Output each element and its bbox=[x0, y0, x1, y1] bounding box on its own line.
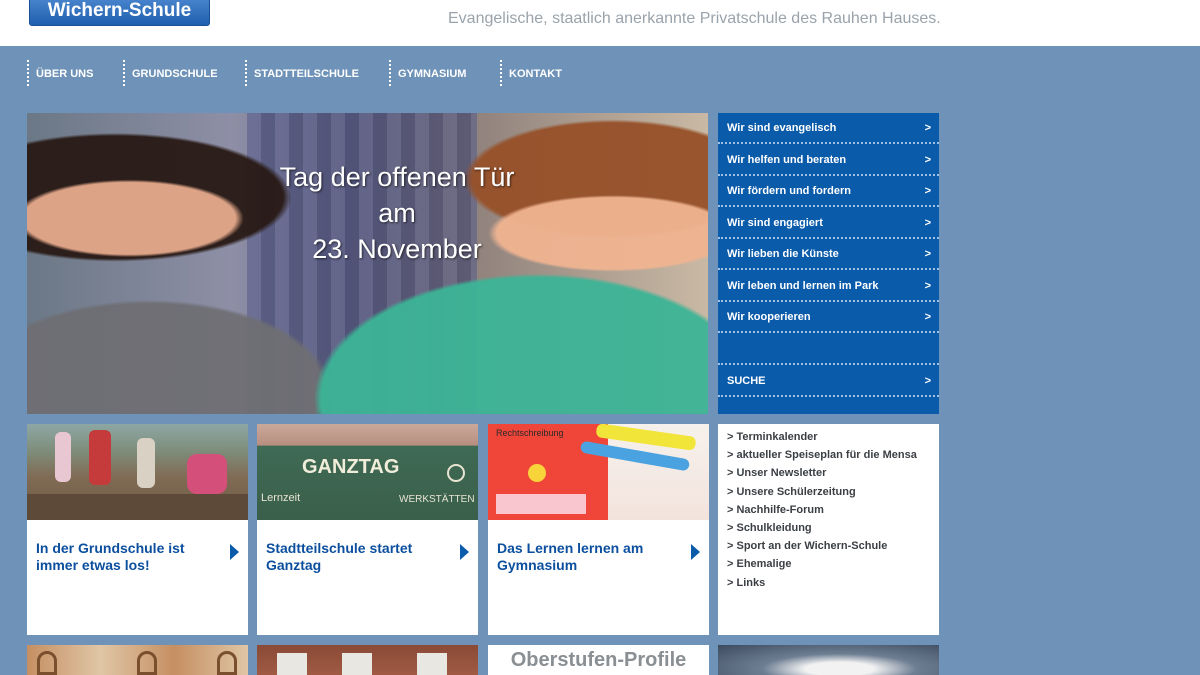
board-subtext: Lernzeit bbox=[261, 492, 301, 504]
link-sport[interactable]: > Sport an der Wichern-Schule bbox=[727, 537, 939, 555]
tagline: Evangelische, staatlich anerkannte Priva… bbox=[448, 10, 941, 27]
bottom-card-3[interactable]: Oberstufen-Profile bbox=[488, 645, 709, 675]
link-speiseplan[interactable]: > aktueller Speiseplan für die Mensa bbox=[727, 446, 939, 464]
card-stadtteilschule[interactable]: GANZTAG Lernzeit WERKSTÄTTEN Stadtteilsc… bbox=[257, 424, 478, 635]
link-ehemalige[interactable]: > Ehemalige bbox=[727, 555, 939, 573]
side-item-kooperieren[interactable]: Wir kooperieren > bbox=[718, 302, 939, 333]
sheet-text: Rechtschreibung bbox=[496, 428, 564, 438]
nav-item-stadtteilschule[interactable]: STADTTEILSCHULE bbox=[245, 60, 359, 86]
hero-headline: Tag der offenen Tür am 23. November bbox=[207, 159, 587, 267]
bottom-card-1[interactable] bbox=[27, 645, 248, 675]
nav-item-ueber-uns[interactable]: ÜBER UNS bbox=[27, 60, 93, 86]
side-item-label: Wir helfen und beraten bbox=[727, 154, 847, 166]
chevron-right-icon: > bbox=[924, 311, 931, 323]
bottom-card-4[interactable] bbox=[718, 645, 939, 675]
hero-line-3: 23. November bbox=[312, 234, 482, 264]
nav-item-grundschule[interactable]: GRUNDSCHULE bbox=[123, 60, 218, 86]
hero-banner[interactable]: Tag der offenen Tür am 23. November bbox=[27, 113, 708, 414]
chevron-right-icon: > bbox=[924, 154, 931, 166]
side-item-label: Wir kooperieren bbox=[727, 311, 811, 323]
play-arrow-icon bbox=[691, 544, 700, 560]
card-title: Stadtteilschule startet Ganztag bbox=[266, 540, 413, 573]
side-item-park[interactable]: Wir leben und lernen im Park > bbox=[718, 271, 939, 302]
link-terminkalender[interactable]: > Terminkalender bbox=[727, 428, 939, 446]
card-title: Das Lernen lernen am Gymnasium bbox=[497, 540, 644, 573]
highlighters-worksheet-photo: Rechtschreibung bbox=[488, 424, 709, 520]
chevron-right-icon: > bbox=[924, 375, 931, 387]
logo[interactable]: Wichern-Schule bbox=[29, 0, 210, 26]
link-newsletter[interactable]: > Unser Newsletter bbox=[727, 464, 939, 482]
side-item-engagiert[interactable]: Wir sind engagiert > bbox=[718, 208, 939, 239]
search-label: SUCHE bbox=[727, 375, 766, 387]
side-item-label: Wir fördern und fordern bbox=[727, 185, 851, 197]
chevron-right-icon: > bbox=[924, 217, 931, 229]
side-item-label: Wir sind evangelisch bbox=[727, 122, 837, 134]
play-arrow-icon bbox=[460, 544, 469, 560]
card-gymnasium[interactable]: Rechtschreibung Das Lernen lernen am Gym… bbox=[488, 424, 709, 635]
link-schuelerzeitung[interactable]: > Unsere Schülerzeitung bbox=[727, 483, 939, 501]
card-grundschule[interactable]: In der Grundschule ist immer etwas los! bbox=[27, 424, 248, 635]
nav-item-gymnasium[interactable]: GYMNASIUM bbox=[389, 60, 466, 86]
side-item-kuenste[interactable]: Wir lieben die Künste > bbox=[718, 239, 939, 270]
side-item-foerdern[interactable]: Wir fördern und fordern > bbox=[718, 176, 939, 207]
link-links[interactable]: > Links bbox=[727, 574, 939, 592]
board-subtext-2: WERKSTÄTTEN bbox=[399, 494, 475, 505]
side-item-helfen[interactable]: Wir helfen und beraten > bbox=[718, 145, 939, 176]
chevron-right-icon: > bbox=[924, 248, 931, 260]
header: Wichern-Schule Evangelische, staatlich a… bbox=[0, 0, 1200, 46]
play-arrow-icon bbox=[230, 544, 239, 560]
hero-line-1: Tag der offenen Tür bbox=[279, 162, 515, 192]
quick-links: > Terminkalender > aktueller Speiseplan … bbox=[718, 424, 939, 635]
chevron-right-icon: > bbox=[924, 185, 931, 197]
side-item-label: Wir leben und lernen im Park bbox=[727, 280, 879, 292]
card-title: In der Grundschule ist immer etwas los! bbox=[36, 540, 185, 573]
side-item-spacer bbox=[718, 334, 939, 365]
bottom-card-2[interactable] bbox=[257, 645, 478, 675]
side-menu: Wir sind evangelisch > Wir helfen und ber… bbox=[718, 113, 939, 414]
side-item-evangelisch[interactable]: Wir sind evangelisch > bbox=[718, 113, 939, 144]
link-schulkleidung[interactable]: > Schulkleidung bbox=[727, 519, 939, 537]
side-item-label: Wir sind engagiert bbox=[727, 217, 823, 229]
board-text: GANZTAG bbox=[302, 456, 400, 478]
nav-item-kontakt[interactable]: KONTAKT bbox=[500, 60, 562, 86]
link-nachhilfe-forum[interactable]: > Nachhilfe-Forum bbox=[727, 501, 939, 519]
hero-line-2: am bbox=[378, 198, 416, 228]
children-playing-photo bbox=[27, 424, 248, 520]
chevron-right-icon: > bbox=[924, 280, 931, 292]
main-nav: ÜBER UNS GRUNDSCHULE STADTTEILSCHULE GYM… bbox=[0, 60, 700, 90]
oberstufen-title: Oberstufen-Profile bbox=[510, 649, 687, 671]
side-item-suche[interactable]: SUCHE > bbox=[718, 366, 939, 397]
ganztag-chalkboard-photo: GANZTAG Lernzeit WERKSTÄTTEN bbox=[257, 424, 478, 520]
side-item-label: Wir lieben die Künste bbox=[727, 248, 839, 260]
chevron-right-icon: > bbox=[924, 122, 931, 134]
